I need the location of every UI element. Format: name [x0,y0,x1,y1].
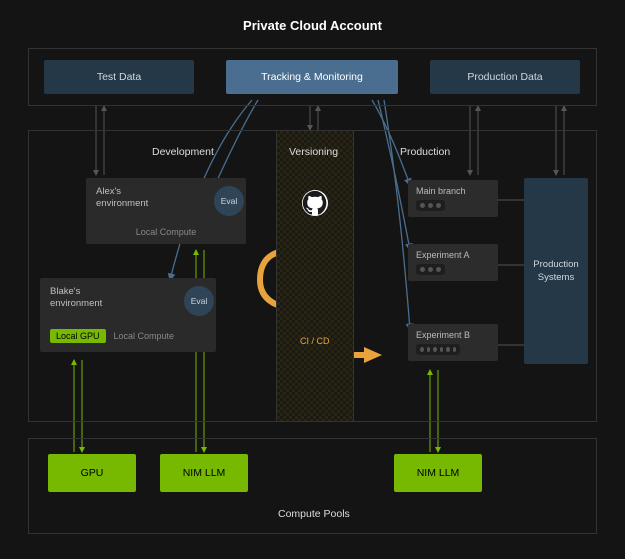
experiment-b-box: Experiment B [408,324,498,361]
alex-eval-badge: Eval [214,186,244,216]
development-label: Development [152,146,214,158]
main-branch-box: Main branch [408,180,498,217]
experiment-a-box: Experiment A [408,244,498,281]
blake-env-title: Blake's environment [50,286,206,311]
alex-local-compute-label: Local Compute [132,225,201,239]
experiment-a-dots [416,264,445,275]
main-branch-label: Main branch [416,186,490,196]
versioning-label: Versioning [289,146,338,158]
experiment-b-label: Experiment B [416,330,490,340]
versioning-column [276,131,354,421]
cicd-label: CI / CD [300,336,330,346]
github-icon [302,190,328,216]
nim-llm-box-1: NIM LLM [160,454,248,492]
experiment-a-label: Experiment A [416,250,490,260]
production-data-box: Production Data [430,60,580,94]
blake-eval-badge: Eval [184,286,214,316]
main-branch-dots [416,200,445,211]
nim-llm-box-2: NIM LLM [394,454,482,492]
production-systems-box: Production Systems [524,178,588,364]
test-data-box: Test Data [44,60,194,94]
production-label: Production [400,146,450,158]
experiment-b-dots [416,344,460,355]
blake-local-compute-label: Local Compute [110,329,179,343]
gpu-box: GPU [48,454,136,492]
diagram-title: Private Cloud Account [0,0,625,47]
tracking-monitoring-box: Tracking & Monitoring [226,60,398,94]
compute-pools-label: Compute Pools [278,508,350,520]
blake-local-gpu-badge: Local GPU [50,329,106,343]
